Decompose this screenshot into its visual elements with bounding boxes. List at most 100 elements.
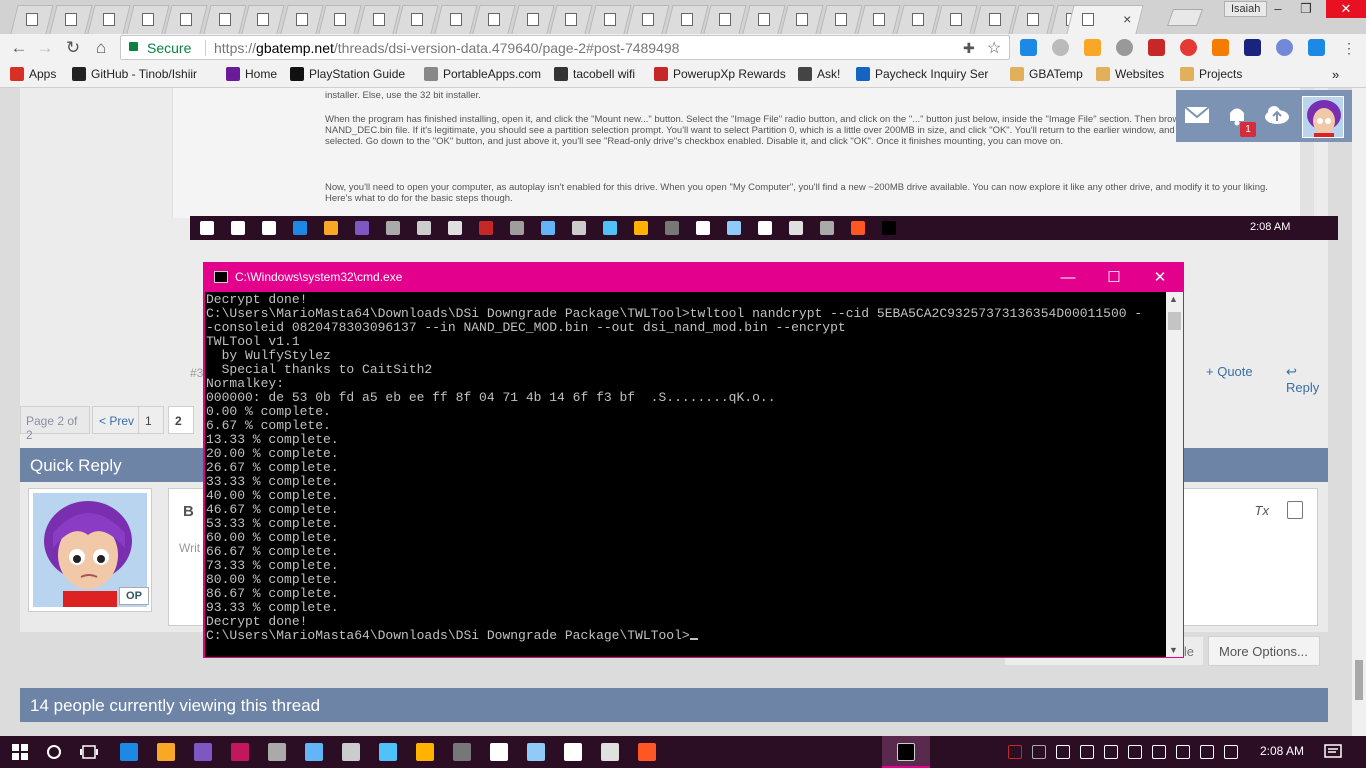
task-view-icon[interactable]: [80, 744, 98, 760]
chrome-icon[interactable]: [268, 743, 286, 761]
app-icon-6[interactable]: [305, 743, 323, 761]
url-text[interactable]: https://gbatemp.net/threads/dsi-version-…: [205, 40, 679, 56]
header-avatar[interactable]: [1302, 96, 1344, 138]
bookmark-item[interactable]: PowerupXp Rewards: [654, 67, 786, 81]
extension-puzzle-icon[interactable]: ✚: [963, 40, 975, 57]
system-tray-icon[interactable]: [1056, 745, 1070, 759]
extension-icon-9[interactable]: [1276, 39, 1293, 56]
upload-cloud-icon[interactable]: [1264, 104, 1290, 126]
extension-icon-3[interactable]: [1084, 39, 1101, 56]
more-options-button[interactable]: More Options...: [1208, 636, 1320, 666]
cmd-window-icon[interactable]: [214, 271, 228, 283]
mail-icon[interactable]: [1184, 104, 1210, 126]
browser-tab[interactable]: [1011, 5, 1055, 34]
bookmark-item[interactable]: GitHub - Tinob/Ishiir: [72, 67, 197, 81]
browser-tab[interactable]: [549, 5, 593, 34]
windows-start-icon[interactable]: [12, 744, 28, 760]
browser-tab[interactable]: [87, 5, 131, 34]
forward-button[interactable]: →: [34, 37, 56, 59]
cmd-minimize-button[interactable]: —: [1045, 263, 1091, 292]
visual-studio-icon[interactable]: [194, 743, 212, 761]
active-browser-tab[interactable]: ×: [1066, 5, 1144, 34]
system-tray-icon[interactable]: [1008, 745, 1022, 759]
browser-tab[interactable]: [972, 5, 1017, 34]
browser-tab[interactable]: [48, 5, 93, 34]
page-scrollbar-thumb[interactable]: [1355, 660, 1363, 700]
extension-icon-2[interactable]: [1052, 39, 1069, 56]
file-explorer-icon[interactable]: [157, 743, 175, 761]
browser-tab[interactable]: [202, 5, 247, 34]
bookmark-item[interactable]: Projects: [1180, 67, 1242, 81]
scroll-down-arrow-icon[interactable]: ▼: [1169, 645, 1178, 655]
close-button[interactable]: ✕: [1326, 0, 1366, 18]
cmd-console[interactable]: Decrypt done! C:\Users\MarioMasta64\Downl…: [205, 292, 1166, 657]
reload-button[interactable]: ↻: [62, 37, 84, 59]
scroll-up-arrow-icon[interactable]: ▲: [1169, 294, 1178, 304]
app-icon-12[interactable]: [527, 743, 545, 761]
bookmark-item[interactable]: PortableApps.com: [424, 67, 541, 81]
extension-icon-1[interactable]: [1020, 39, 1037, 56]
cmd-taskbar-button[interactable]: [882, 736, 930, 768]
system-tray-icon[interactable]: [1224, 745, 1238, 759]
browser-tab[interactable]: [125, 5, 170, 34]
extension-icon-8[interactable]: [1244, 39, 1261, 56]
chrome-menu-icon[interactable]: ⋮: [1338, 37, 1360, 59]
reply-button[interactable]: ↩ Reply: [1286, 364, 1328, 395]
action-center-icon[interactable]: [1324, 744, 1342, 760]
cmd-close-button[interactable]: ✕: [1137, 263, 1183, 292]
close-tab-icon[interactable]: ×: [1123, 11, 1131, 27]
bookmark-item[interactable]: tacobell wifi: [554, 67, 635, 81]
page-scrollbar[interactable]: [1352, 88, 1366, 736]
browser-tab[interactable]: [241, 5, 285, 34]
system-tray-icon[interactable]: [1128, 745, 1142, 759]
browser-tab[interactable]: [318, 5, 362, 34]
address-bar[interactable]: Secure https://gbatemp.net/threads/dsi-v…: [120, 35, 1010, 60]
app-icon-8[interactable]: [379, 743, 397, 761]
browser-tab[interactable]: [395, 5, 439, 34]
extension-icon-10[interactable]: [1308, 39, 1325, 56]
bookmark-item[interactable]: Paycheck Inquiry Ser: [856, 67, 988, 81]
browser-tab[interactable]: [356, 5, 401, 34]
bookmark-item[interactable]: GBATemp: [1010, 67, 1083, 81]
cmd-maximize-button[interactable]: ☐: [1091, 263, 1137, 292]
system-tray-icon[interactable]: [1200, 745, 1214, 759]
bookmark-item[interactable]: Home: [226, 67, 277, 81]
browser-tab[interactable]: [164, 5, 208, 34]
browser-tab[interactable]: [934, 5, 978, 34]
browser-tab[interactable]: [626, 5, 670, 34]
browser-tab[interactable]: [741, 5, 786, 34]
restore-button[interactable]: ❐: [1294, 0, 1318, 18]
prev-page-button[interactable]: < Prev: [92, 406, 142, 434]
minimize-button[interactable]: –: [1266, 0, 1290, 18]
bookmark-item[interactable]: Ask!: [798, 67, 840, 81]
browser-tab[interactable]: [780, 5, 824, 34]
extension-icon-7[interactable]: [1212, 39, 1229, 56]
app-icon-10[interactable]: [453, 743, 471, 761]
editor-source-icon[interactable]: [1287, 501, 1303, 519]
browser-tab[interactable]: [510, 5, 555, 34]
extension-icon-6[interactable]: [1180, 39, 1197, 56]
more-bookmarks-button[interactable]: »: [1332, 67, 1339, 82]
browser-tab[interactable]: [279, 5, 324, 34]
cmd-window[interactable]: C:\Windows\system32\cmd.exe — ☐ ✕ Decryp…: [203, 262, 1184, 658]
browser-tab[interactable]: [895, 5, 940, 34]
app-icon-9[interactable]: [416, 743, 434, 761]
system-tray-icon[interactable]: [1104, 745, 1118, 759]
back-button[interactable]: ←: [8, 37, 30, 59]
browser-tab[interactable]: [857, 5, 901, 34]
app-icon-13[interactable]: [564, 743, 582, 761]
browser-tab[interactable]: [433, 5, 478, 34]
system-tray-icon[interactable]: [1152, 745, 1166, 759]
system-tray-icon[interactable]: [1176, 745, 1190, 759]
cmd-titlebar[interactable]: C:\Windows\system32\cmd.exe — ☐ ✕: [204, 263, 1183, 292]
page-1-button[interactable]: 1: [138, 406, 164, 434]
cortana-icon[interactable]: [46, 744, 62, 760]
taskbar-clock[interactable]: 2:08 AM: [1260, 744, 1304, 758]
edge-icon[interactable]: [120, 743, 138, 761]
cmd-scrollbar[interactable]: ▲ ▼: [1166, 292, 1183, 657]
browser-tab[interactable]: [703, 5, 747, 34]
profile-button[interactable]: Isaiah: [1224, 1, 1268, 17]
app-icon-7[interactable]: [342, 743, 360, 761]
app-icon-14[interactable]: [601, 743, 619, 761]
quote-button[interactable]: + Quote: [1206, 364, 1253, 379]
